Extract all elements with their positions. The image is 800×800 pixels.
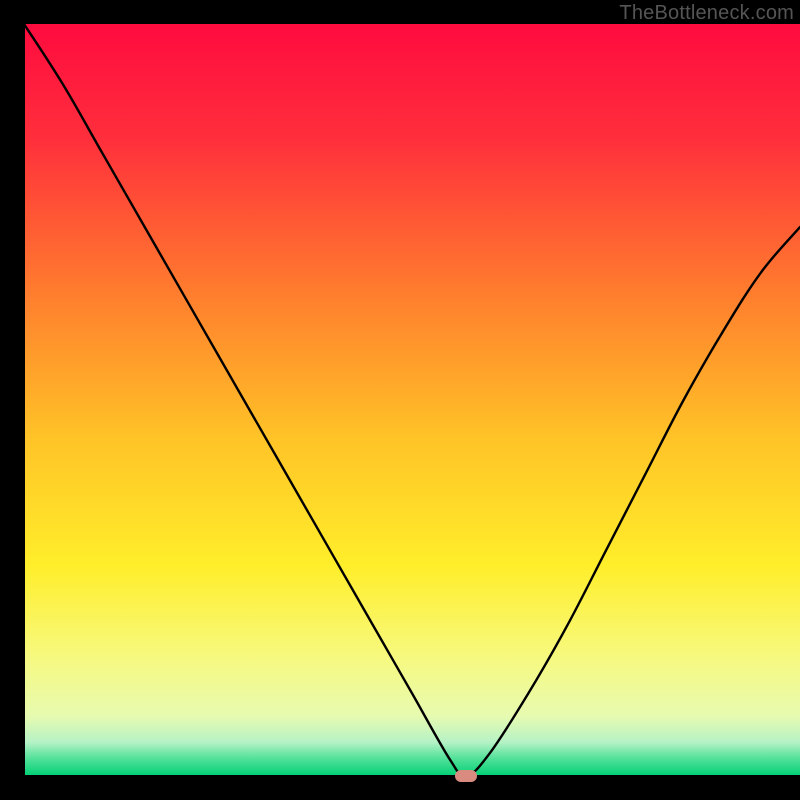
bottleneck-chart [0, 0, 800, 800]
chart-stage: TheBottleneck.com [0, 0, 800, 800]
